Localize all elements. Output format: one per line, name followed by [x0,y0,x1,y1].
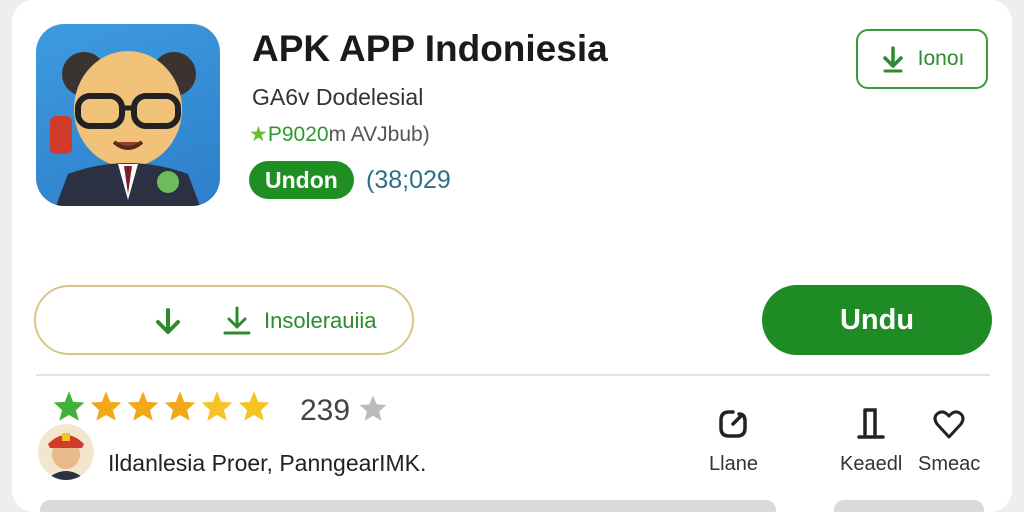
mascot-icon [50,51,200,206]
bookmark-label: Keaedl [840,453,903,475]
download-arrow-icon [882,46,903,73]
install-label: Insolerauiia [264,308,377,333]
download-count: (38;029 [366,166,451,194]
bookmark-button[interactable]: Keaedl [840,406,902,476]
star-icon [53,391,85,421]
share-icon [719,410,748,438]
star-outline-icon [360,395,387,421]
bookmark-icon [857,408,885,439]
star-icon: ★ [249,123,268,146]
star-icon [90,391,122,421]
review-count-value: 239 [300,394,351,427]
publisher-name: Ildanlesia Proer, PanngearIMK. [108,450,427,476]
rating-line: ★P9020m AVJbub) [249,122,430,147]
rating-text: P9020 [267,123,329,146]
status-badge[interactable]: Undon [249,161,354,199]
app-card: APK APP Indoniesia GA6v Dodelesial ★P902… [12,0,1012,512]
app-subtitle: GA6v Dodelesial [252,84,424,110]
share-button[interactable]: Llane [709,406,758,476]
publisher-avatar [38,424,94,480]
install-arrow-icon [223,306,251,335]
download-top-label: Ionoı [917,47,965,70]
wishlist-label: Smeac [918,453,981,475]
bottom-bar-left [40,500,776,512]
star-icon [127,391,159,421]
install-button[interactable]: Insolerauiia [34,285,414,355]
download-primary-button[interactable]: Undu [762,285,992,355]
divider [36,374,990,376]
heart-icon [933,410,965,439]
app-icon[interactable] [36,24,220,206]
star-icon [238,391,270,421]
rating-suffix: m AVJbub) [328,123,430,146]
bottom-bar-right [834,500,984,512]
download-arrow-icon [156,308,180,334]
share-label: Llane [709,453,758,475]
star-icon [201,391,233,421]
app-title: APK APP Indoniesia [252,28,608,69]
review-count: 239 [300,394,388,428]
star-icon [164,391,196,421]
rating-stars [52,390,271,422]
avatar-icon [38,424,94,480]
wishlist-button[interactable]: Smeac [918,406,980,476]
download-top-button[interactable]: Ionoı [856,29,988,89]
